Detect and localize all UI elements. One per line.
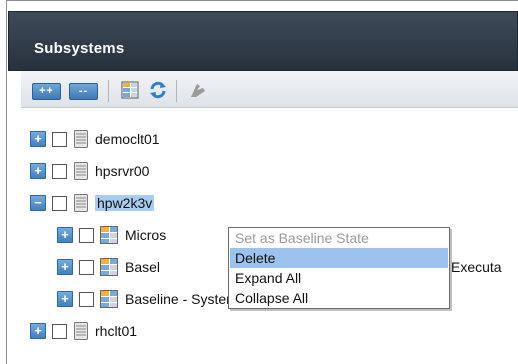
server-icon xyxy=(74,322,88,340)
tree-node-rhclt01[interactable]: + rhclt01 xyxy=(30,320,137,342)
panel-title: Subsystems xyxy=(34,40,125,57)
menu-item-delete[interactable]: Delete xyxy=(230,248,448,268)
node-label[interactable]: Micros xyxy=(125,227,166,243)
expand-toggle[interactable]: + xyxy=(30,163,46,179)
baseline-disabled-icon xyxy=(191,84,205,97)
properties-icon xyxy=(121,81,139,99)
baseline-button[interactable] xyxy=(187,80,209,100)
baseline-group-icon xyxy=(100,258,118,276)
node-label[interactable]: democlt01 xyxy=(95,131,160,147)
baseline-group-icon xyxy=(100,290,118,308)
toolbar-separator xyxy=(176,80,177,102)
collapse-all-button[interactable]: -- xyxy=(69,83,98,100)
server-icon xyxy=(74,162,88,180)
refresh-icon xyxy=(150,81,166,99)
node-checkbox[interactable] xyxy=(79,259,94,275)
expand-all-button[interactable]: ++ xyxy=(32,83,61,100)
server-icon xyxy=(74,194,88,212)
menu-item-collapse-all[interactable]: Collapse All xyxy=(230,288,448,308)
node-label[interactable]: rhclt01 xyxy=(95,323,137,339)
node-checkbox[interactable] xyxy=(79,291,94,307)
tree-node-hpw2k3v[interactable]: − hpw2k3v xyxy=(30,192,155,214)
node-checkbox[interactable] xyxy=(52,323,67,339)
expand-toggle[interactable]: + xyxy=(57,227,73,243)
properties-button[interactable] xyxy=(120,80,142,100)
server-icon xyxy=(74,130,88,148)
tree-node-hpsrvr00[interactable]: + hpsrvr00 xyxy=(30,160,149,182)
expand-toggle[interactable]: + xyxy=(57,259,73,275)
panel-header: Subsystems xyxy=(8,11,518,71)
node-checkbox[interactable] xyxy=(52,131,67,147)
refresh-button[interactable] xyxy=(147,80,169,100)
expand-toggle[interactable]: + xyxy=(30,131,46,147)
node-label[interactable]: Basel xyxy=(125,259,160,275)
tree-node-basel[interactable]: + Basel xyxy=(57,256,160,278)
menu-item-expand-all[interactable]: Expand All xyxy=(230,268,448,288)
expand-toggle[interactable]: + xyxy=(57,291,73,307)
tree-node-democlt01[interactable]: + democlt01 xyxy=(30,128,160,150)
baseline-group-icon xyxy=(100,226,118,244)
node-checkbox[interactable] xyxy=(52,195,67,211)
context-menu: Set as Baseline State Delete Expand All … xyxy=(228,227,450,309)
expand-toggle[interactable]: + xyxy=(30,323,46,339)
collapse-toggle[interactable]: − xyxy=(30,195,46,211)
node-checkbox[interactable] xyxy=(79,227,94,243)
node-checkbox[interactable] xyxy=(52,163,67,179)
toolbar-separator xyxy=(108,80,109,102)
node-label-selected[interactable]: hpw2k3v xyxy=(95,195,155,211)
node-label[interactable]: hpsrvr00 xyxy=(95,163,149,179)
menu-item-set-as-baseline-state[interactable]: Set as Baseline State xyxy=(230,228,448,248)
toolbar: ++ -- xyxy=(21,71,518,108)
tree-node-micros[interactable]: + Micros xyxy=(57,224,166,246)
node-label-trailing: Executa xyxy=(451,259,502,275)
